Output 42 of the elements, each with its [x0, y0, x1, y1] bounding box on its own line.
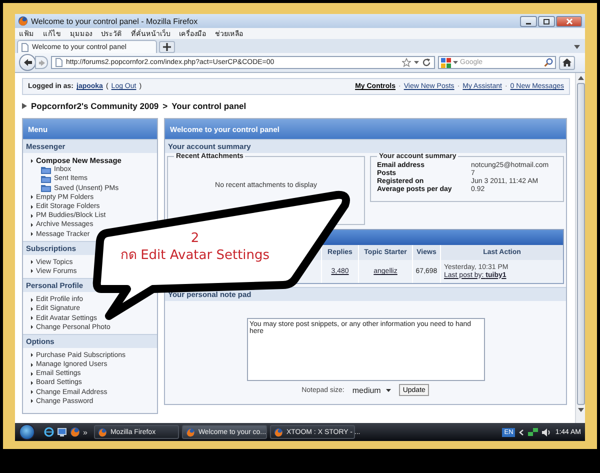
close-icon — [566, 18, 572, 24]
monitor-icon — [57, 427, 67, 437]
breadcrumb-separator: > — [162, 101, 168, 111]
chevron-icon — [519, 428, 524, 436]
page-icon — [55, 58, 63, 67]
plus-icon — [163, 43, 171, 51]
colored-squares-icon — [441, 58, 451, 68]
maximize-button[interactable] — [538, 16, 555, 26]
caret-icon — [574, 45, 580, 49]
folder-icon — [41, 184, 51, 192]
caret-icon — [453, 61, 458, 64]
page-icon — [21, 42, 29, 52]
up-arrow-icon — [578, 76, 584, 80]
folder-icon — [41, 166, 51, 174]
globe-icon — [44, 427, 54, 437]
size-dropdown[interactable]: medium — [352, 386, 391, 394]
minimize-button[interactable] — [520, 16, 537, 26]
caret-icon — [386, 388, 391, 392]
breadcrumb-link[interactable]: Popcornfor2's Community 2009 — [31, 101, 159, 111]
scroll-thumb[interactable] — [576, 83, 584, 405]
new-tab-button[interactable] — [159, 41, 175, 53]
restore-icon — [543, 18, 550, 24]
reload-icon — [422, 58, 431, 67]
overflow-chevron[interactable]: » — [83, 428, 88, 436]
speaker-icon — [542, 428, 552, 436]
search-icon — [544, 58, 553, 67]
folder-icon — [41, 174, 51, 183]
triangle-icon — [22, 103, 27, 109]
down-arrow-icon — [578, 408, 584, 412]
star-icon — [402, 58, 411, 67]
start-button[interactable] — [19, 424, 35, 440]
home-icon — [562, 58, 572, 67]
network-icon — [528, 428, 538, 436]
breadcrumb-current: Your control panel — [172, 101, 246, 111]
close-button[interactable] — [556, 16, 582, 26]
callout-text: 2 — [190, 230, 200, 247]
left-arrow-icon — [22, 58, 32, 67]
right-arrow-icon — [38, 58, 46, 66]
window-title: Welcome to your control panel - Mozilla Firefox — [31, 16, 199, 26]
back-button[interactable] — [19, 54, 36, 71]
home-button[interactable] — [559, 56, 575, 70]
caret-icon — [414, 61, 419, 64]
